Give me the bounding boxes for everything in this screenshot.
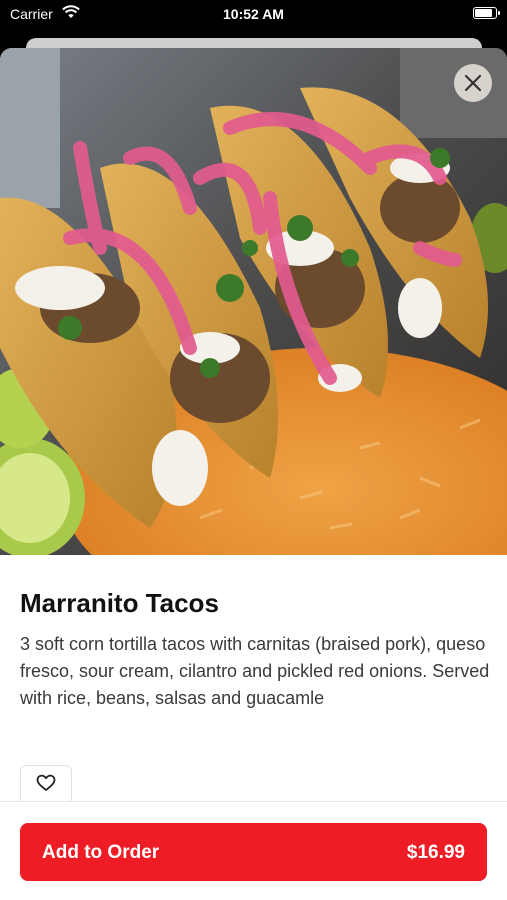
heart-icon [36,774,56,797]
order-footer: Add to Order $16.99 [0,801,507,900]
close-icon [464,74,482,92]
add-to-order-button[interactable]: Add to Order $16.99 [20,823,487,881]
add-to-order-label: Add to Order [42,842,160,863]
item-detail-sheet: Marranito Tacos 3 soft corn tortilla tac… [0,48,507,900]
item-title: Marranito Tacos [20,588,219,618]
item-description: 3 soft corn tortilla tacos with carnitas… [20,634,490,708]
order-price: $16.99 [406,842,465,863]
favorite-button[interactable] [20,765,72,805]
status-bar: Carrier 10:52 AM [0,0,507,30]
battery-icon [473,7,500,19]
close-button[interactable] [454,64,492,102]
clock-time: 10:52 AM [223,6,284,22]
item-photo [0,48,507,555]
